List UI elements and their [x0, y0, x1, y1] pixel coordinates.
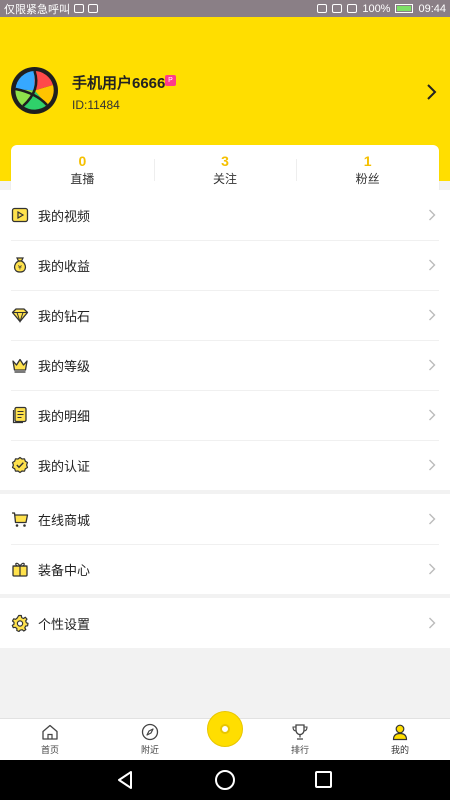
battery-percent: 100% [362, 2, 391, 15]
menu-group-shop: 在线商城 装备中心 [0, 494, 450, 594]
menu-item-label: 在线商城 [38, 512, 91, 528]
notification-icon [74, 4, 84, 13]
cart-icon [11, 510, 29, 528]
clock: 09:44 [418, 2, 446, 15]
vibrate-icon [317, 4, 328, 13]
profile-header[interactable]: 手机用户6666 P ID:11484 0 直播 3 关注 1 粉丝 [0, 17, 450, 195]
menu-item-equipment-center[interactable]: 装备中心 [0, 544, 450, 594]
battery-icon [395, 4, 414, 13]
diamond-icon [11, 306, 29, 324]
avatar-ball-icon [11, 67, 58, 114]
menu-item-label: 我的明细 [38, 408, 91, 424]
vip-badge: P [165, 75, 176, 86]
menu-item-label: 我的认证 [38, 458, 91, 474]
sim-icon [88, 4, 98, 13]
menu-item-label: 装备中心 [38, 562, 91, 578]
stat-number: 1 [363, 153, 372, 169]
stat-label: 直播 [70, 172, 95, 186]
gift-box-icon [11, 560, 29, 578]
menu-group-account: 我的视频 ¥ 我的收益 我的钻石 我的等级 我的明细 我的认证 [0, 190, 450, 490]
menu-item-label: 个性设置 [38, 616, 91, 632]
menu-group-settings: 个性设置 [0, 598, 450, 648]
chevron-right-icon [429, 359, 436, 371]
menu-item-my-videos[interactable]: 我的视频 [0, 190, 450, 240]
menu-item-online-mall[interactable]: 在线商城 [0, 494, 450, 544]
menu-item-personal-settings[interactable]: 个性设置 [0, 598, 450, 648]
menu-item-my-level[interactable]: 我的等级 [0, 340, 450, 390]
chevron-right-icon [429, 409, 436, 421]
tab-label: 我的 [390, 745, 409, 755]
stat-following[interactable]: 3 关注 [153, 145, 297, 195]
stat-fans[interactable]: 1 粉丝 [296, 145, 439, 195]
chevron-right-icon [429, 459, 436, 471]
chevron-right-icon [429, 563, 436, 575]
menu-item-label: 我的钻石 [38, 308, 91, 324]
tab-nearby[interactable]: 附近 [100, 719, 200, 760]
trophy-icon [292, 724, 308, 740]
compass-icon [141, 723, 159, 741]
menu-item-my-verification[interactable]: 我的认证 [0, 440, 450, 490]
avatar[interactable] [11, 67, 58, 114]
center-live-button[interactable] [207, 711, 243, 747]
video-icon [11, 206, 29, 224]
carrier-text: 仅限紧急呼叫 [4, 3, 70, 16]
user-icon [392, 724, 408, 741]
money-bag-icon: ¥ [11, 256, 29, 274]
menu-item-my-diamonds[interactable]: 我的钻石 [0, 290, 450, 340]
menu-item-label: 我的等级 [38, 358, 91, 374]
menu-item-label: 我的视频 [38, 208, 91, 224]
user-id: ID:11484 [72, 98, 120, 112]
stat-number: 3 [221, 153, 229, 169]
svg-text:¥: ¥ [18, 264, 22, 272]
crown-icon [11, 356, 29, 374]
signal-icon [347, 4, 358, 13]
stats-card: 0 直播 3 关注 1 粉丝 [11, 145, 439, 195]
tab-label: 排行 [290, 745, 309, 755]
menu-item-my-details[interactable]: 我的明细 [0, 390, 450, 440]
tab-ranking[interactable]: 排行 [250, 719, 350, 760]
live-dot-icon [220, 724, 230, 734]
chevron-right-icon [429, 513, 436, 525]
chevron-right-icon[interactable] [426, 83, 438, 101]
system-nav-bar [0, 760, 450, 800]
username: 手机用户6666 [72, 75, 166, 92]
chevron-right-icon [429, 617, 436, 629]
tab-home[interactable]: 首页 [0, 719, 100, 760]
home-icon [42, 724, 58, 740]
back-icon[interactable] [116, 770, 136, 790]
gear-icon [11, 614, 29, 632]
tab-mine[interactable]: 我的 [350, 719, 450, 760]
menu-item-my-earnings[interactable]: ¥ 我的收益 [0, 240, 450, 290]
menu-item-label: 我的收益 [38, 258, 91, 274]
chevron-right-icon [429, 309, 436, 321]
chevron-right-icon [429, 209, 436, 221]
stat-live[interactable]: 0 直播 [11, 145, 154, 195]
detail-list-icon [11, 406, 29, 424]
wifi-icon [332, 4, 343, 13]
stat-label: 关注 [213, 172, 238, 186]
verified-icon [11, 456, 29, 474]
chevron-right-icon [429, 259, 436, 271]
home-circle-icon[interactable] [215, 770, 235, 790]
stat-label: 粉丝 [355, 172, 380, 186]
stat-number: 0 [78, 153, 87, 169]
recent-apps-icon[interactable] [315, 771, 332, 788]
status-bar: 仅限紧急呼叫 100% 09:44 [0, 0, 450, 17]
tab-label: 附近 [140, 745, 159, 755]
tab-label: 首页 [40, 745, 59, 755]
